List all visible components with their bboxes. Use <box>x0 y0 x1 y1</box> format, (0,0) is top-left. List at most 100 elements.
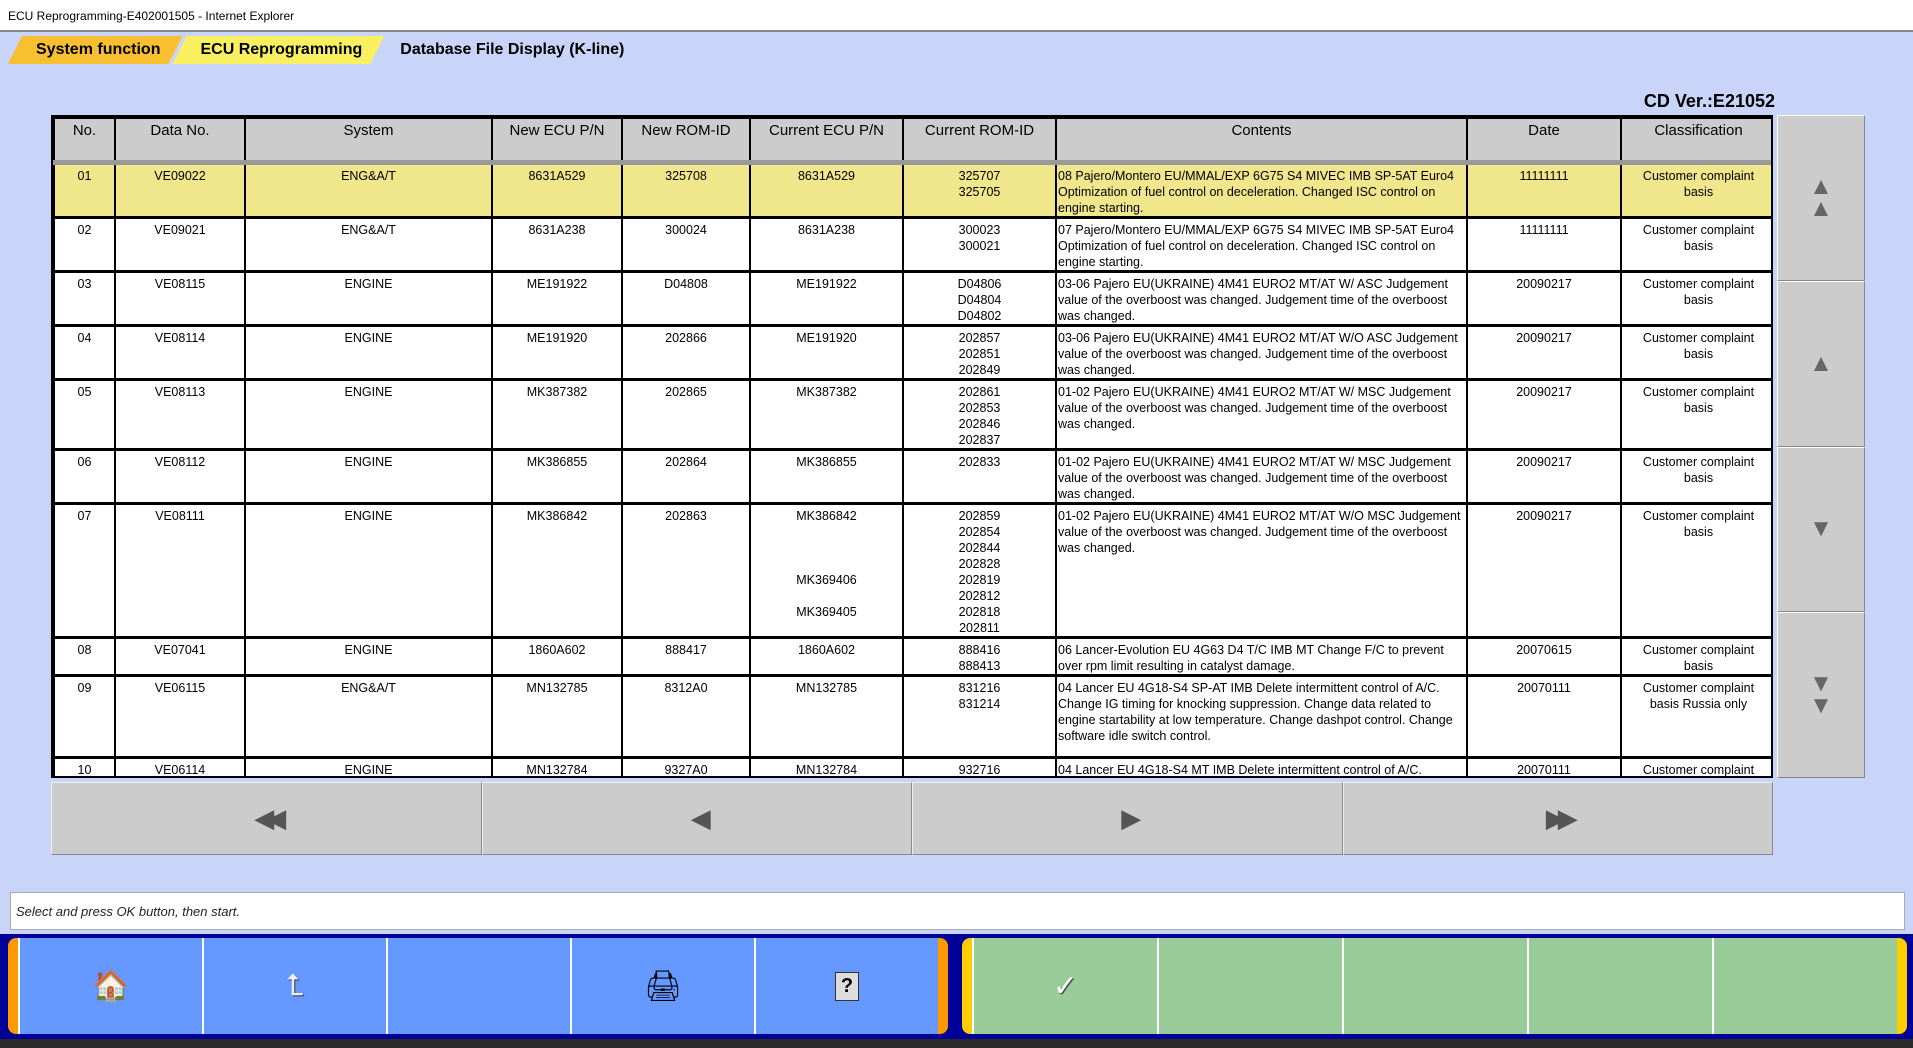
cell-no: 06 <box>53 449 116 505</box>
function-button-5[interactable] <box>1712 938 1897 1034</box>
cell-classification: Customer complaint basis <box>1620 449 1771 505</box>
ok-button[interactable]: ✓ <box>972 938 1157 1034</box>
table-row[interactable]: 09 VE06115 ENG&A/T MN132785 8312A0 MN132785 83… <box>53 675 1771 759</box>
double-up-icon: ▲ ▲ <box>1809 172 1833 222</box>
cell-date: 20090217 <box>1466 379 1622 451</box>
tab-ecu-reprogramming[interactable]: ECU Reprogramming <box>172 36 384 64</box>
cell-data-no: VE09021 <box>114 217 246 273</box>
cell-no: 08 <box>53 637 116 677</box>
table-row[interactable]: 03 VE08115 ENGINE ME191922 D04808 ME191922 D04… <box>53 271 1771 327</box>
cell-date: 20090217 <box>1466 503 1622 639</box>
help-icon: ? <box>834 971 860 1001</box>
cell-data-no: VE06115 <box>114 675 246 759</box>
cell-contents: 08 Pajero/Montero EU/MMAL/EXP 6G75 S4 MI… <box>1055 162 1468 219</box>
function-button-2[interactable] <box>1157 938 1342 1034</box>
cell-new-ecu-pn: MK387382 <box>491 379 623 451</box>
cell-new-rom-id: 325708 <box>621 162 751 219</box>
cell-new-ecu-pn: 8631A529 <box>491 162 623 219</box>
scroll-up-button[interactable]: ▲ <box>1777 280 1865 447</box>
cell-new-ecu-pn: MK386842 <box>491 503 623 639</box>
table-row[interactable]: 02 VE09021 ENG&A/T 8631A238 300024 8631A238 30… <box>53 217 1771 273</box>
cell-current-ecu-pn: 8631A238 <box>749 217 904 273</box>
cell-new-ecu-pn: ME191920 <box>491 325 623 381</box>
cell-classification: Customer complaint basis Russia only <box>1620 675 1771 759</box>
cell-contents: 03-06 Pajero EU(UKRAINE) 4M41 EURO2 MT/A… <box>1055 325 1468 381</box>
cell-current-rom-id: 932716 932714 <box>902 757 1057 776</box>
cell-current-rom-id: 202861 202853 202846 202837 <box>902 379 1057 451</box>
table-row[interactable]: 06 VE08112 ENGINE MK386855 202864 MK386855 202… <box>53 449 1771 505</box>
table-row[interactable]: 08 VE07041 ENGINE 1860A602 888417 1860A602 888… <box>53 637 1771 677</box>
function-bar: 🏠 ⮤ 🖨 ? ✓ <box>0 934 1913 1039</box>
cell-contents: 06 Lancer-Evolution EU 4G63 D4 T/C IMB M… <box>1055 637 1468 677</box>
cell-new-rom-id: 300024 <box>621 217 751 273</box>
home-icon: 🏠 <box>92 969 130 1003</box>
cell-current-ecu-pn: MN132784 <box>749 757 904 776</box>
cell-system: ENG&A/T <box>244 217 493 273</box>
cell-system: ENG&A/T <box>244 162 493 219</box>
cell-new-rom-id: 202864 <box>621 449 751 505</box>
next-page-button[interactable]: ▶ <box>912 782 1343 855</box>
scroll-bottom-button[interactable]: ▼ ▼ <box>1777 612 1865 778</box>
table-row[interactable]: 05 VE08113 ENGINE MK387382 202865 MK387382 202… <box>53 379 1771 451</box>
database-table: No. Data No. System New ECU P/N New ROM-ID Cu… <box>51 115 1773 778</box>
cell-current-ecu-pn: MK387382 <box>749 379 904 451</box>
cell-system: ENG&A/T <box>244 675 493 759</box>
cell-data-no: VE06114 <box>114 757 246 776</box>
cell-new-rom-id: 202866 <box>621 325 751 381</box>
cell-new-ecu-pn: MK386855 <box>491 449 623 505</box>
cell-no: 03 <box>53 271 116 327</box>
cell-data-no: VE08115 <box>114 271 246 327</box>
cell-classification: Customer complaint basis <box>1620 162 1771 219</box>
cell-data-no: VE09022 <box>114 162 246 219</box>
function-button-3[interactable] <box>1342 938 1527 1034</box>
scroll-down-button[interactable]: ▼ <box>1777 446 1865 613</box>
first-page-button[interactable]: ◀◀ <box>51 782 482 855</box>
back-button[interactable]: ⮤ <box>202 938 386 1034</box>
cell-data-no: VE07041 <box>114 637 246 677</box>
cell-new-rom-id: D04808 <box>621 271 751 327</box>
function-button-4[interactable] <box>1527 938 1712 1034</box>
table-row[interactable]: 01 VE09022 ENG&A/T 8631A529 325708 8631A529 32… <box>53 162 1771 219</box>
cell-current-rom-id: 325707 325705 <box>902 162 1057 219</box>
table-row[interactable]: 10 VE06114 ENGINE MN132784 9327A0 MN132784 932… <box>53 757 1771 776</box>
column-header-current-ecu-pn: Current ECU P/N <box>749 117 904 165</box>
cell-current-ecu-pn: MN132785 <box>749 675 904 759</box>
breadcrumb: System function ECU Reprogramming Databa… <box>8 36 624 64</box>
previous-page-button[interactable]: ◀ <box>481 782 912 855</box>
page-title: Database File Display (K-line) <box>400 41 625 58</box>
blank-button[interactable] <box>386 938 570 1034</box>
back-arrow-icon: ⮤ <box>286 969 304 1002</box>
cell-new-ecu-pn: 1860A602 <box>491 637 623 677</box>
table-row[interactable]: 04 VE08114 ENGINE ME191920 202866 ME191920 202… <box>53 325 1771 381</box>
cell-contents: 03-06 Pajero EU(UKRAINE) 4M41 EURO2 MT/A… <box>1055 271 1468 327</box>
cell-system: ENGINE <box>244 503 493 639</box>
cell-no: 04 <box>53 325 116 381</box>
cell-current-ecu-pn: MK386855 <box>749 449 904 505</box>
cell-data-no: VE08113 <box>114 379 246 451</box>
help-button[interactable]: ? <box>754 938 938 1034</box>
cell-classification: Customer complaint basis <box>1620 379 1771 451</box>
last-page-button[interactable]: ▶▶ <box>1342 782 1773 855</box>
cd-version: CD Ver.:E21052 <box>1643 91 1775 111</box>
cell-classification: Customer complaint basis <box>1620 503 1771 639</box>
column-header-new-rom-id: New ROM-ID <box>621 117 751 165</box>
cell-data-no: VE08112 <box>114 449 246 505</box>
double-down-icon: ▼ ▼ <box>1809 670 1833 720</box>
cell-current-rom-id: 831216 831214 <box>902 675 1057 759</box>
scroll-buttons: ▲ ▲ ▲ ▼ ▼ ▼ <box>1777 115 1865 778</box>
print-button[interactable]: 🖨 <box>570 938 754 1034</box>
cell-classification: Customer complaint basis <box>1620 325 1771 381</box>
scroll-top-button[interactable]: ▲ ▲ <box>1777 115 1865 281</box>
cell-contents: 01-02 Pajero EU(UKRAINE) 4M41 EURO2 MT/A… <box>1055 503 1468 639</box>
tab-system-function[interactable]: System function <box>8 36 182 64</box>
cell-new-rom-id: 9327A0 <box>621 757 751 776</box>
cell-system: ENGINE <box>244 325 493 381</box>
home-button[interactable]: 🏠 <box>18 938 202 1034</box>
cell-system: ENGINE <box>244 757 493 776</box>
column-header-data-no: Data No. <box>114 117 246 165</box>
cell-new-rom-id: 202863 <box>621 503 751 639</box>
down-icon: ▼ <box>1809 515 1833 543</box>
column-header-no: No. <box>53 117 116 165</box>
table-row[interactable]: 07 VE08111 ENGINE MK386842 202863 MK386842 MK… <box>53 503 1771 639</box>
column-header-system: System <box>244 117 493 165</box>
